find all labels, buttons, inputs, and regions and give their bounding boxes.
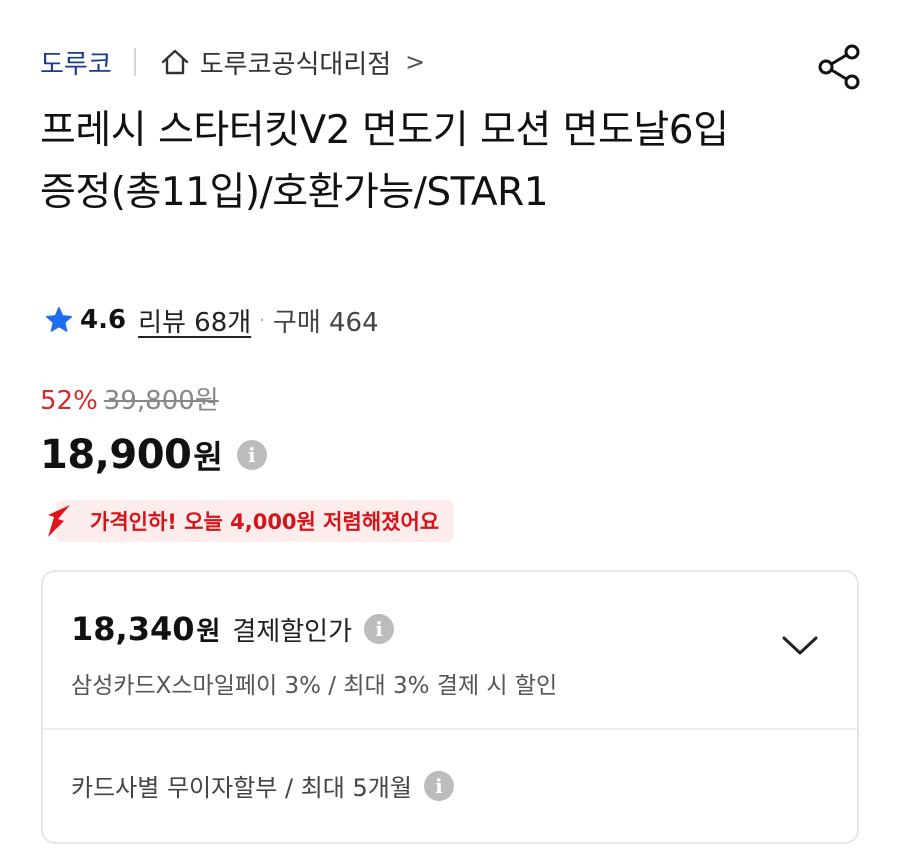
card-discount-condition: 삼성카드X스마일페이 3% / 최대 3% 결제 시 할인 [71, 673, 558, 699]
rating-row: 4.6 리뷰 68개 · 구매 464 [44, 300, 379, 340]
info-icon[interactable]: i [423, 770, 454, 801]
price-row: 18,900 원 i [40, 432, 267, 478]
home-icon [161, 49, 188, 75]
chevron-right-icon: > [405, 48, 426, 76]
share-button[interactable] [814, 42, 864, 92]
price-drop-banner: 가격인하! 오늘 4,000원 저렴해졌어요 [40, 500, 454, 542]
card-price-currency: 원 [196, 616, 221, 647]
info-icon[interactable]: i [236, 440, 267, 470]
installment-row: 카드사별 무이자할부 / 최대 5개월 i [71, 768, 454, 803]
payment-discount-toggle[interactable]: 18,340 원 결제할인가 i 삼성카드X스마일페이 3% / 최대 3% 결… [43, 572, 857, 730]
price-drop-text: 가격인하! 오늘 4,000원 저렴해졌어요 [56, 500, 454, 542]
original-price-row: 52% 39,800원 [40, 380, 219, 417]
store-name: 도루코공식대리점 [199, 49, 392, 80]
review-link[interactable]: 리뷰 68개 [138, 302, 251, 339]
brand-link[interactable]: 도루코 [40, 44, 112, 81]
card-price-row: 18,340 원 결제할인가 i [71, 610, 395, 648]
product-title: 프레시 스타터킷V2 면도기 모션 면도날6입증정(총11입)/호환가능/STA… [40, 108, 729, 215]
breadcrumb: 도루코 도루코공식대리점 > [40, 44, 425, 80]
card-discount-price: 18,340 [71, 610, 195, 648]
discount-rate: 52% [40, 386, 98, 416]
rating-value: 4.6 [80, 305, 127, 335]
separator-dot: · [259, 309, 265, 331]
purchase-count: 구매 464 [272, 307, 379, 338]
info-icon[interactable]: i [364, 614, 395, 644]
price-currency: 원 [193, 438, 223, 476]
installment-text: 카드사별 무이자할부 / 최대 5개월 [71, 774, 412, 802]
card-discount-label: 결제할인가 [232, 616, 353, 647]
sale-price: 18,900 [40, 432, 192, 478]
payment-discount-card: 18,340 원 결제할인가 i 삼성카드X스마일페이 3% / 최대 3% 결… [41, 570, 859, 844]
original-price: 39,800원 [103, 386, 219, 416]
breadcrumb-divider [133, 48, 136, 76]
down-arrow-icon [48, 505, 70, 537]
star-icon [45, 306, 73, 332]
store-link[interactable]: 도루코공식대리점 > [160, 44, 425, 81]
chevron-down-icon[interactable] [781, 634, 819, 658]
share-icon [818, 44, 860, 90]
